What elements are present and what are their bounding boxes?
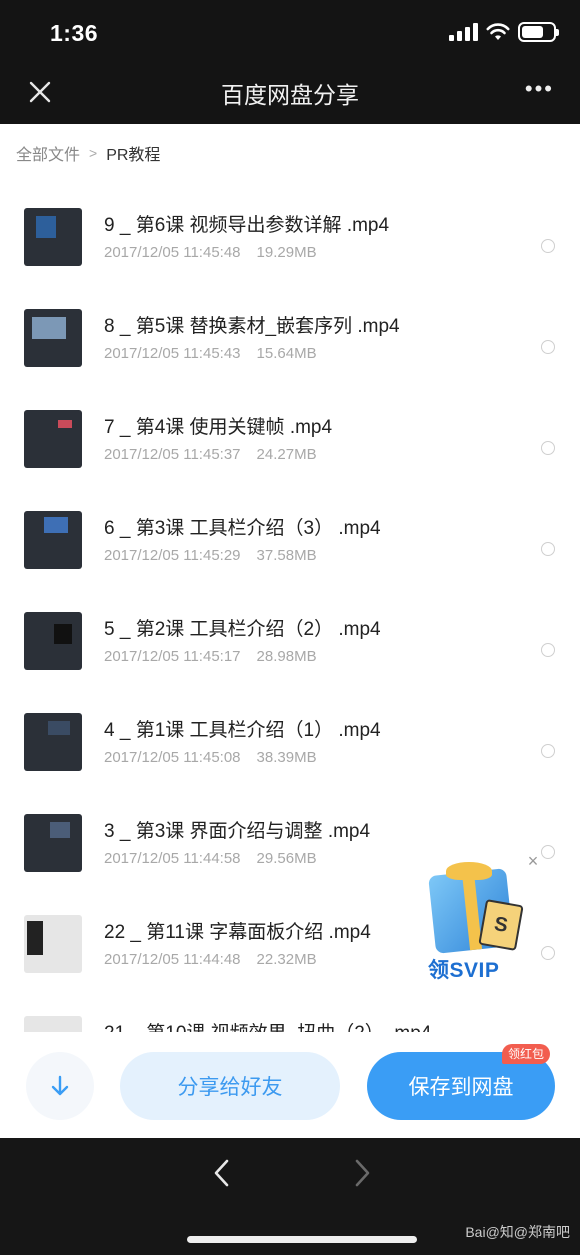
breadcrumb: 全部文件 > PR教程 xyxy=(16,141,160,165)
video-thumbnail xyxy=(24,410,82,468)
action-bar: 分享给好友 保存到网盘 领红包 xyxy=(0,1032,580,1138)
video-thumbnail xyxy=(24,713,82,771)
file-name: 3 _ 第3课 界面介绍与调整 .mp4 xyxy=(104,821,371,842)
download-arrow-icon xyxy=(51,1075,69,1096)
thumbnail-preview xyxy=(36,216,56,238)
video-thumbnail xyxy=(24,814,82,872)
red-packet-badge: 领红包 xyxy=(502,1044,551,1064)
share-button[interactable]: 分享给好友 xyxy=(120,1052,340,1120)
file-size: 38.39MB xyxy=(256,749,317,766)
breadcrumb-root[interactable]: 全部文件 xyxy=(16,141,80,165)
nav-bar: 百度网盘分享 ••• xyxy=(0,70,580,124)
select-radio[interactable] xyxy=(541,643,555,657)
file-name: 5 _ 第2课 工具栏介绍（2） .mp4 xyxy=(104,619,381,640)
file-name: 21 _ 第10课 视频效果_扭曲（2） .mp4 xyxy=(104,1018,431,1032)
file-meta: 2017/12/05 11:45:08 38.39MB xyxy=(104,749,317,766)
chevron-right-icon[interactable] xyxy=(350,1158,374,1188)
file-date: 2017/12/05 11:45:48 xyxy=(104,244,241,261)
file-name: 9 _ 第6课 视频导出参数详解 .mp4 xyxy=(104,215,390,236)
file-name: 7 _ 第4课 使用关键帧 .mp4 xyxy=(104,417,333,438)
select-radio[interactable] xyxy=(541,340,555,354)
file-date: 2017/12/05 11:45:29 xyxy=(104,547,241,564)
list-item[interactable]: 21 _ 第10课 视频效果_扭曲（2） .mp4 xyxy=(0,998,580,1032)
status-time: 1:36 xyxy=(50,20,99,46)
file-date: 2017/12/05 11:44:48 xyxy=(104,951,241,968)
file-name: 6 _ 第3课 工具栏介绍（3） .mp4 xyxy=(104,518,381,539)
select-radio[interactable] xyxy=(541,239,555,253)
more-icon[interactable]: ••• xyxy=(525,78,554,100)
thumbnail-preview xyxy=(50,822,70,838)
list-item[interactable]: 9 _ 第6课 视频导出参数详解 .mp4 2017/12/05 11:45:4… xyxy=(0,190,580,291)
file-meta: 2017/12/05 11:44:58 29.56MB xyxy=(104,850,317,867)
file-meta: 2017/12/05 11:45:17 28.98MB xyxy=(104,648,317,665)
download-button[interactable] xyxy=(26,1052,94,1120)
file-name: 8 _ 第5课 替换素材_嵌套序列 .mp4 xyxy=(104,316,400,337)
select-radio[interactable] xyxy=(541,441,555,455)
signal-icon xyxy=(449,23,478,41)
gift-bow xyxy=(446,862,492,880)
thumbnail-preview xyxy=(58,420,72,428)
video-thumbnail xyxy=(24,915,82,973)
file-meta: 2017/12/05 11:45:37 24.27MB xyxy=(104,446,317,463)
battery-fill xyxy=(522,26,543,38)
list-item[interactable]: 8 _ 第5课 替换素材_嵌套序列 .mp4 2017/12/05 11:45:… xyxy=(0,291,580,392)
file-meta: 2017/12/05 11:44:48 22.32MB xyxy=(104,951,317,968)
thumbnail-preview xyxy=(27,921,43,955)
select-radio[interactable] xyxy=(541,946,555,960)
video-thumbnail xyxy=(24,1016,82,1032)
file-date: 2017/12/05 11:45:37 xyxy=(104,446,241,463)
page-title: 百度网盘分享 xyxy=(221,82,359,108)
video-thumbnail xyxy=(24,612,82,670)
thumbnail-preview xyxy=(44,517,68,533)
file-date: 2017/12/05 11:45:17 xyxy=(104,648,241,665)
wifi-icon xyxy=(486,23,510,40)
home-indicator xyxy=(187,1236,417,1243)
breadcrumb-current: PR教程 xyxy=(106,147,161,164)
file-size: 22.32MB xyxy=(256,951,317,968)
browser-bar: Bai@知@郑南吧 xyxy=(0,1138,580,1255)
file-date: 2017/12/05 11:45:08 xyxy=(104,749,241,766)
file-size: 19.29MB xyxy=(256,244,317,261)
promo-close-icon[interactable]: × xyxy=(522,850,544,872)
status-icons xyxy=(449,22,559,42)
video-thumbnail xyxy=(24,511,82,569)
thumbnail-preview xyxy=(32,317,66,339)
file-size: 28.98MB xyxy=(256,648,317,665)
file-date: 2017/12/05 11:45:43 xyxy=(104,345,241,362)
file-size: 15.64MB xyxy=(256,345,317,362)
file-meta: 2017/12/05 11:45:48 19.29MB xyxy=(104,244,317,261)
file-name: 4 _ 第1课 工具栏介绍（1） .mp4 xyxy=(104,720,381,741)
video-thumbnail xyxy=(24,309,82,367)
file-date: 2017/12/05 11:44:58 xyxy=(104,850,241,867)
thumbnail-preview xyxy=(48,721,70,735)
select-radio[interactable] xyxy=(541,744,555,758)
svip-label: 领SVIP xyxy=(428,959,500,982)
file-meta: 2017/12/05 11:45:43 15.64MB xyxy=(104,345,317,362)
battery-icon xyxy=(518,22,559,42)
file-name: 22 _ 第11课 字幕面板介绍 .mp4 xyxy=(104,922,371,943)
file-size: 37.58MB xyxy=(256,547,317,564)
list-item[interactable]: 5 _ 第2课 工具栏介绍（2） .mp4 2017/12/05 11:45:1… xyxy=(0,594,580,695)
thumbnail-preview xyxy=(54,624,72,644)
file-meta: 2017/12/05 11:45:29 37.58MB xyxy=(104,547,317,564)
file-size: 29.56MB xyxy=(256,850,317,867)
list-item[interactable]: 6 _ 第3课 工具栏介绍（3） .mp4 2017/12/05 11:45:2… xyxy=(0,493,580,594)
breadcrumb-separator: > xyxy=(89,145,98,161)
list-item[interactable]: 4 _ 第1课 工具栏介绍（1） .mp4 2017/12/05 11:45:0… xyxy=(0,695,580,796)
svip-card-icon: S xyxy=(478,899,524,951)
watermark: Bai@知@郑南吧 xyxy=(465,1224,570,1240)
chevron-left-icon[interactable] xyxy=(210,1158,234,1188)
list-item[interactable]: 7 _ 第4课 使用关键帧 .mp4 2017/12/05 11:45:37 24… xyxy=(0,392,580,493)
file-size: 24.27MB xyxy=(256,446,317,463)
status-bar: 1:36 xyxy=(0,0,580,70)
select-radio[interactable] xyxy=(541,542,555,556)
svip-promo[interactable]: × S 领SVIP xyxy=(420,851,538,988)
video-thumbnail xyxy=(24,208,82,266)
